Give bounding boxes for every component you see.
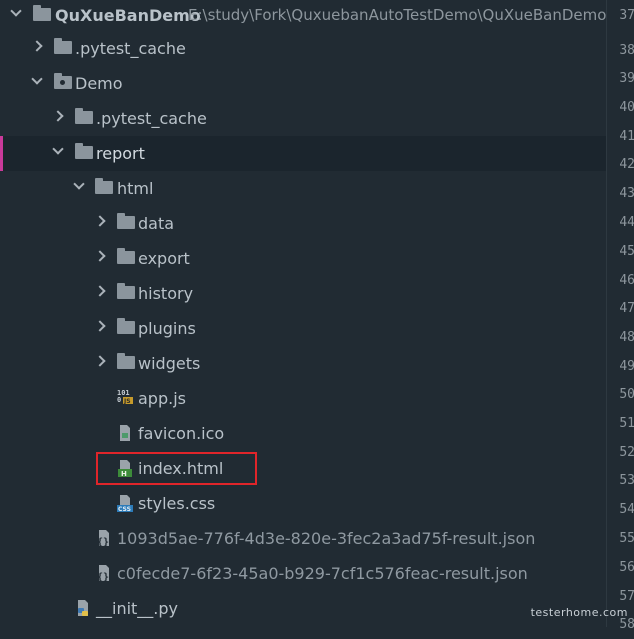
line-number: 47 — [619, 301, 634, 316]
line-number: 48 — [619, 330, 634, 345]
line-number: 38 — [619, 43, 634, 58]
js-file-icon: 101 0 JS — [117, 389, 133, 405]
line-number: 50 — [619, 387, 634, 402]
image-file-icon — [120, 425, 130, 441]
project-path: E:\study\Fork\QuxuebanAutoTestDemo\QuXue… — [188, 6, 606, 24]
chevron-right-icon[interactable] — [52, 110, 64, 122]
tree-item-label: data — [138, 214, 175, 233]
line-number: 43 — [619, 186, 634, 201]
project-name: QuXueBanDemo — [55, 6, 201, 25]
svg-text:CSS: CSS — [118, 506, 131, 513]
tree-row-report[interactable]: report — [0, 136, 606, 171]
tree-item-label: c0fecde7-6f23-45a0-b929-7cf1c576feac-res… — [117, 564, 528, 583]
tree-item-label: favicon.ico — [138, 424, 225, 443]
line-number: 37 — [619, 8, 634, 23]
tree-item-label: report — [96, 144, 145, 163]
chevron-right-icon[interactable] — [31, 40, 43, 52]
line-number: 45 — [619, 244, 634, 259]
svg-text:{}: {} — [97, 537, 109, 548]
chevron-down-icon[interactable] — [31, 73, 43, 85]
tree-row-styles-css[interactable]: CSS styles.css — [0, 486, 606, 521]
line-number: 44 — [619, 215, 634, 230]
tree-row-project-root[interactable]: QuXueBanDemo E:\study\Fork\QuxuebanAutoT… — [0, 0, 606, 33]
line-number-gutter: 37 38 39 40 41 42 43 44 45 46 47 48 49 5… — [606, 0, 634, 632]
watermark: testerhome.com — [530, 606, 628, 619]
tree-row-html[interactable]: html — [0, 171, 606, 206]
line-number: 42 — [619, 157, 634, 172]
svg-text:0: 0 — [117, 396, 121, 404]
tree-row-result-json-1[interactable]: {} 1093d5ae-776f-4d3e-820e-3fec2a3ad75f-… — [0, 521, 606, 556]
chevron-right-icon[interactable] — [94, 285, 106, 297]
folder-icon — [75, 108, 93, 124]
folder-icon — [117, 213, 135, 229]
line-number: 40 — [619, 100, 634, 115]
line-number: 55 — [619, 531, 634, 546]
tree-row-favicon[interactable]: favicon.ico — [0, 416, 606, 451]
project-tree: QuXueBanDemo E:\study\Fork\QuxuebanAutoT… — [0, 0, 606, 627]
chevron-down-icon[interactable] — [10, 5, 22, 17]
highlight-box — [96, 452, 257, 485]
folder-icon — [117, 283, 135, 299]
folder-icon — [117, 248, 135, 264]
tree-row-plugins[interactable]: plugins — [0, 311, 606, 346]
svg-text:JS: JS — [123, 398, 131, 405]
line-number: 39 — [619, 71, 634, 86]
tree-item-label: history — [138, 284, 194, 303]
svg-text:{}: {} — [97, 572, 109, 583]
chevron-right-icon[interactable] — [94, 355, 106, 367]
line-number: 49 — [619, 359, 634, 374]
folder-icon — [75, 143, 93, 159]
line-number: 46 — [619, 273, 634, 288]
tree-row-history[interactable]: history — [0, 276, 606, 311]
tree-item-label: app.js — [138, 389, 186, 408]
folder-icon — [117, 353, 135, 369]
folder-icon — [95, 178, 113, 194]
tree-row-app-js[interactable]: 101 0 JS app.js — [0, 381, 606, 416]
python-file-icon — [78, 600, 88, 616]
tree-row-pytest-cache-root[interactable]: .pytest_cache — [0, 31, 606, 66]
css-file-icon: CSS — [117, 495, 133, 513]
tree-item-label: 1093d5ae-776f-4d3e-820e-3fec2a3ad75f-res… — [117, 529, 536, 548]
line-number: 41 — [619, 129, 634, 144]
line-number: 52 — [619, 445, 634, 460]
tree-item-label: __init__.py — [96, 599, 179, 618]
tree-item-label: export — [138, 249, 190, 268]
tree-item-label: plugins — [138, 319, 196, 338]
tree-row-init-py[interactable]: __init__.py — [0, 591, 606, 626]
tree-row-widgets[interactable]: widgets — [0, 346, 606, 381]
tree-item-label: widgets — [138, 354, 201, 373]
tree-row-demo[interactable]: Demo — [0, 66, 606, 101]
line-number: 54 — [619, 502, 634, 517]
tree-row-demo-pytest-cache[interactable]: .pytest_cache — [0, 101, 606, 136]
folder-icon — [54, 38, 72, 54]
chevron-right-icon[interactable] — [94, 320, 106, 332]
line-number: 53 — [619, 473, 634, 488]
tree-row-export[interactable]: export — [0, 241, 606, 276]
folder-icon — [117, 318, 135, 334]
chevron-down-icon[interactable] — [73, 178, 85, 190]
chevron-right-icon[interactable] — [94, 250, 106, 262]
tree-item-label: .pytest_cache — [75, 39, 186, 58]
json-file-icon: {} — [97, 530, 109, 548]
chevron-down-icon[interactable] — [52, 143, 64, 155]
tree-item-label: html — [117, 179, 154, 198]
line-number: 51 — [619, 416, 634, 431]
tree-row-index-html[interactable]: H index.html — [0, 451, 606, 486]
json-file-icon: {} — [97, 565, 109, 583]
tree-row-data[interactable]: data — [0, 206, 606, 241]
tree-item-label: styles.css — [138, 494, 216, 513]
chevron-right-icon[interactable] — [94, 215, 106, 227]
line-number: 56 — [619, 560, 634, 575]
tree-item-label: .pytest_cache — [96, 109, 207, 128]
folder-icon — [33, 5, 51, 21]
tree-item-label: Demo — [75, 74, 123, 93]
package-folder-icon — [54, 73, 72, 89]
tree-row-result-json-2[interactable]: {} c0fecde7-6f23-45a0-b929-7cf1c576feac-… — [0, 556, 606, 591]
